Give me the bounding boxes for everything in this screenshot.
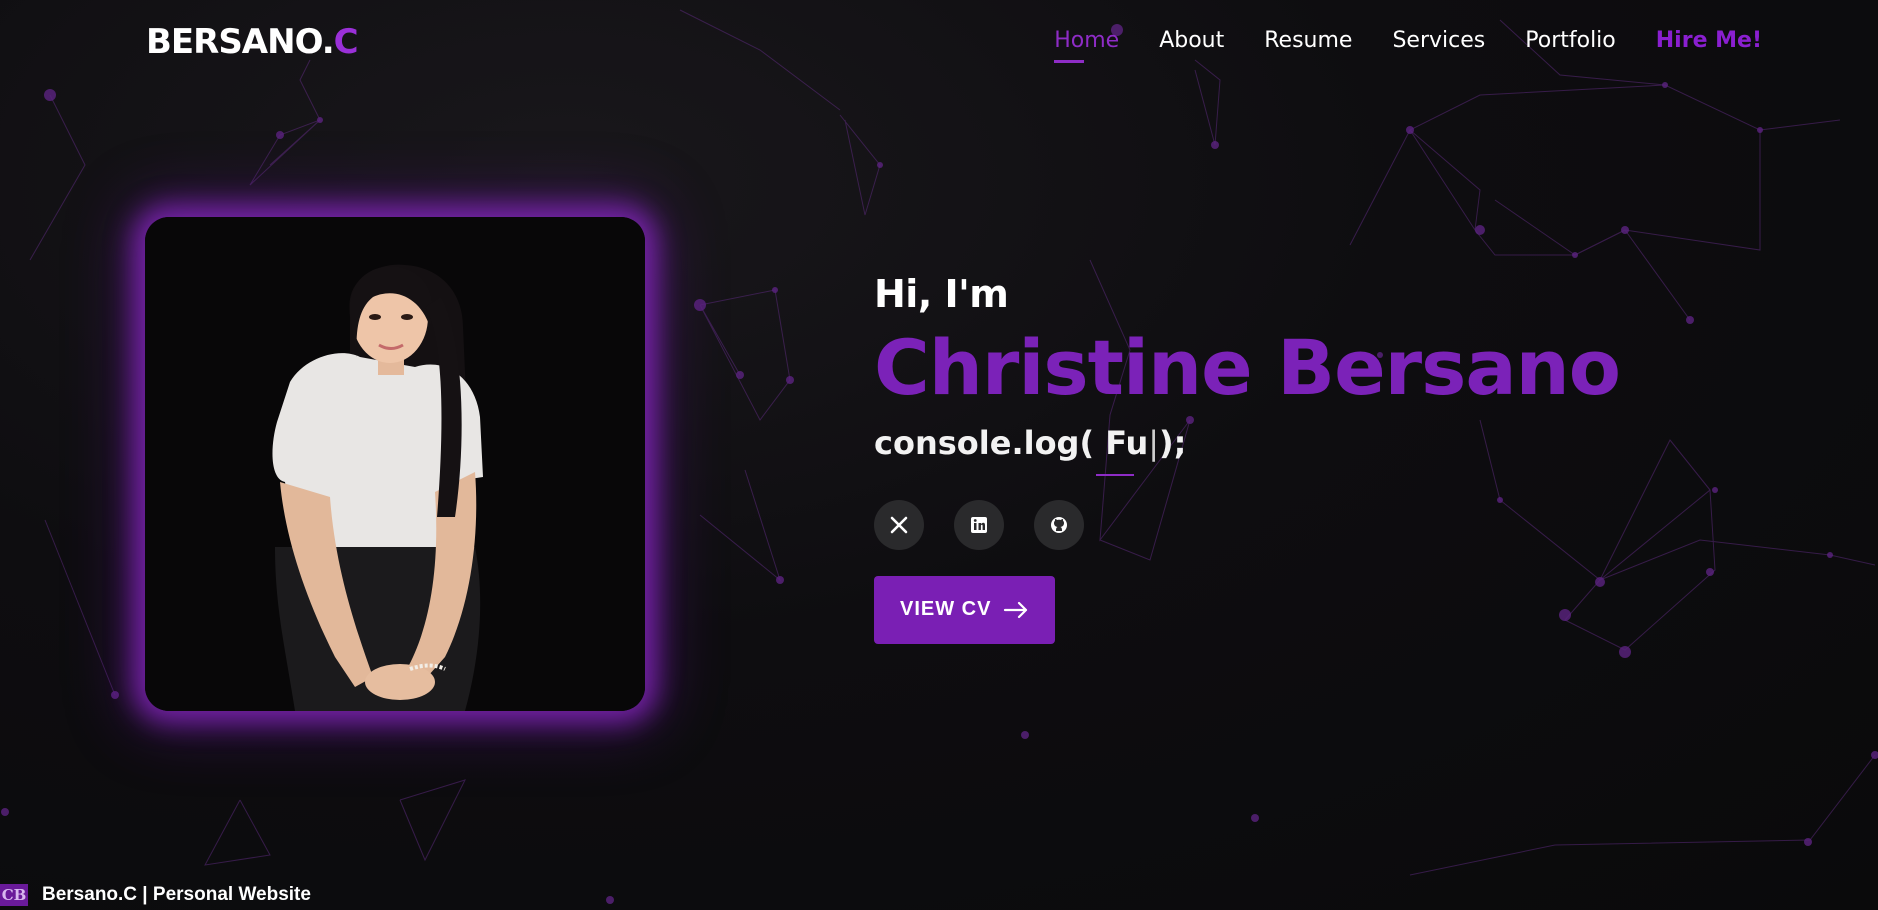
typed-argument: Fu — [1094, 423, 1149, 462]
logo-accent-text: C — [333, 22, 359, 62]
main-nav: Home About Resume Services Portfolio Hir… — [1054, 28, 1762, 63]
linkedin-icon — [971, 516, 987, 533]
typed-suffix: ); — [1159, 423, 1187, 462]
typed-prefix: console.log( — [874, 423, 1095, 462]
site-badge: CB Bersano.C | Personal Website — [0, 884, 311, 906]
nav-item-services[interactable]: Services — [1392, 28, 1485, 63]
profile-photo — [145, 217, 645, 711]
typed-text: console.log( Fu|); — [874, 424, 1620, 462]
arrow-right-icon — [1004, 601, 1028, 618]
github-link[interactable] — [1034, 499, 1084, 550]
x-twitter-icon — [890, 516, 908, 533]
page: BERSANO.C Home About Resume Services Por… — [0, 0, 1878, 910]
hero-greeting: Hi, I'm — [874, 272, 1009, 316]
hero-section: Hi, I'm Christine Bersano console.log( F… — [874, 272, 1621, 644]
nav-item-portfolio[interactable]: Portfolio — [1525, 28, 1616, 63]
logo-main-text: BERSANO. — [146, 22, 335, 62]
nav-item-resume[interactable]: Resume — [1264, 28, 1352, 63]
view-cv-button[interactable]: VIEW CV — [874, 575, 1056, 644]
nav-item-home[interactable]: Home — [1054, 28, 1119, 63]
nav-item-about[interactable]: About — [1159, 28, 1224, 63]
social-links — [874, 499, 1620, 550]
site-logo[interactable]: BERSANO.C — [146, 22, 359, 62]
site-title: Bersano.C | Personal Website — [42, 884, 311, 905]
view-cv-label: VIEW CV — [900, 598, 992, 621]
nav-item-hire-me[interactable]: Hire Me! — [1656, 28, 1762, 63]
typing-cursor: | — [1148, 423, 1160, 462]
x-twitter-link[interactable] — [874, 499, 924, 550]
hero-name: Christine Bersano — [874, 323, 1621, 412]
linkedin-link[interactable] — [954, 499, 1004, 550]
github-icon — [1051, 516, 1067, 533]
favicon-icon: CB — [0, 884, 28, 906]
profile-photo-illustration — [145, 217, 645, 711]
